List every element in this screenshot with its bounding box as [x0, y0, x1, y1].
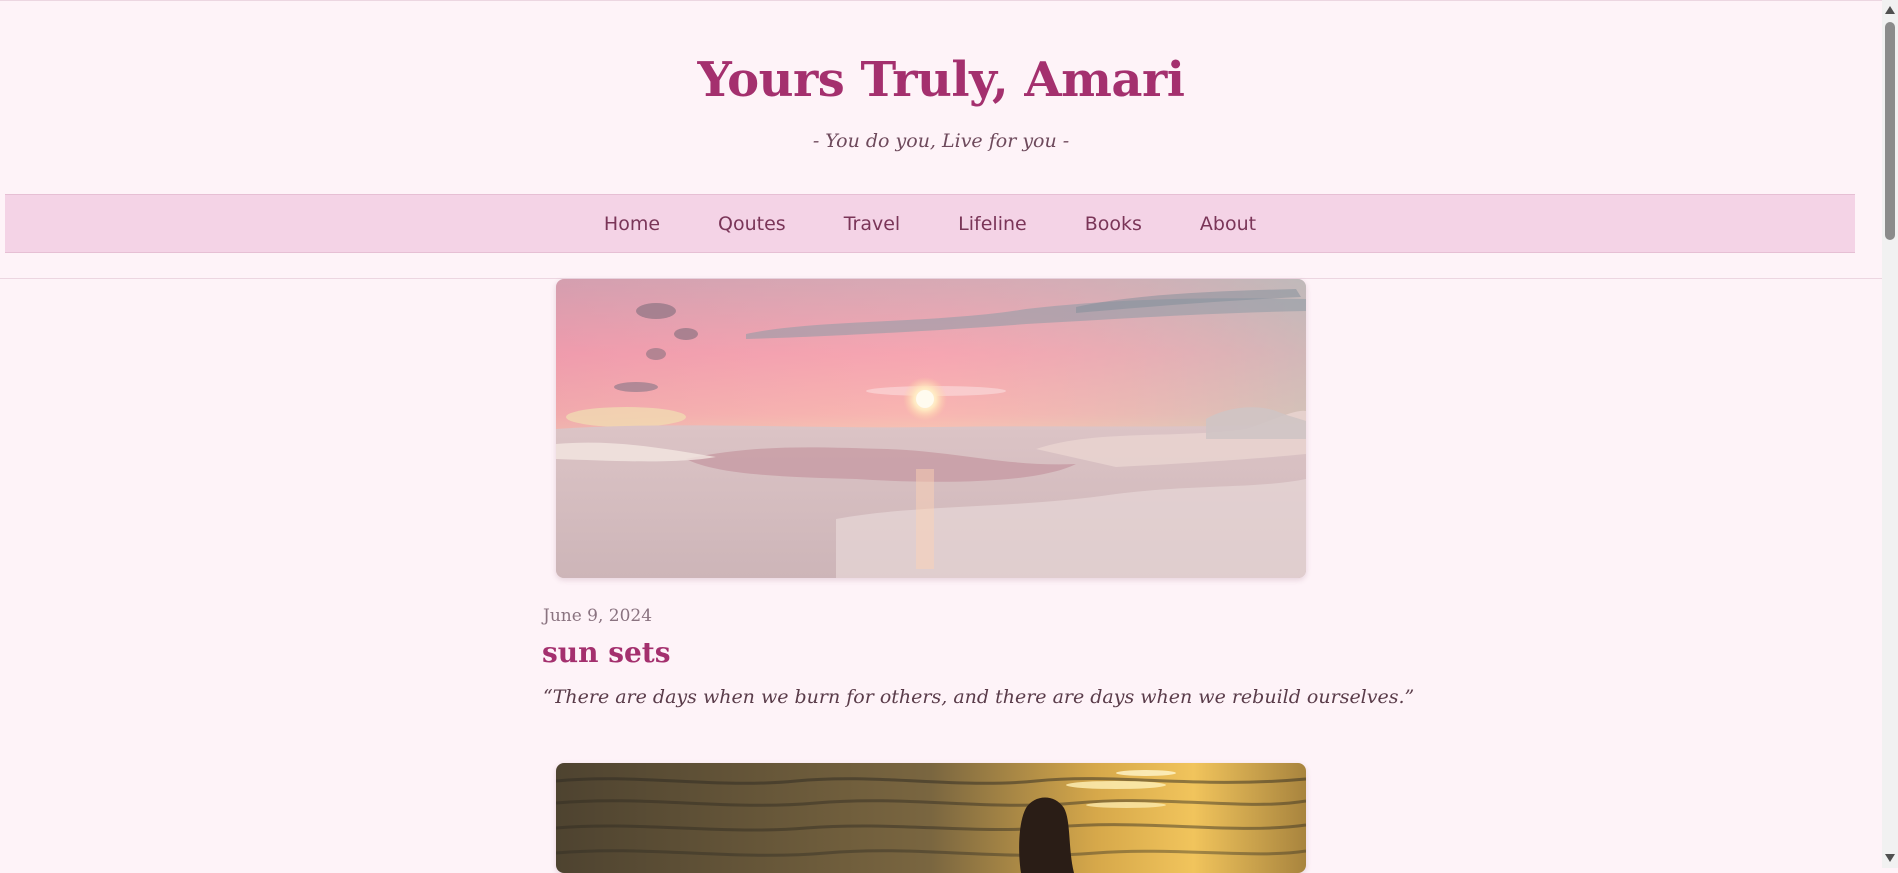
nav-item-lifeline[interactable]: Lifeline — [929, 213, 1056, 235]
nav-item-travel[interactable]: Travel — [815, 213, 929, 235]
ocean-waves-image — [556, 763, 1306, 873]
post-title-link[interactable]: sun sets — [542, 636, 671, 669]
site-title[interactable]: Yours Truly, Amari — [0, 52, 1882, 108]
post-excerpt: “There are days when we burn for others,… — [543, 686, 1415, 708]
post-image-sunset[interactable] — [556, 279, 1306, 578]
vertical-scrollbar[interactable] — [1882, 0, 1898, 868]
main-navigation: Home Qoutes Travel Lifeline Books About — [5, 194, 1855, 253]
scrollbar-thumb[interactable] — [1885, 22, 1895, 240]
site-header: Yours Truly, Amari - You do you, Live fo… — [0, 0, 1882, 194]
post-date: June 9, 2024 — [543, 606, 653, 626]
nav-item-qoutes[interactable]: Qoutes — [689, 213, 815, 235]
nav-item-about[interactable]: About — [1171, 213, 1285, 235]
scroll-up-arrow-icon[interactable] — [1885, 6, 1895, 14]
nav-item-home[interactable]: Home — [575, 213, 689, 235]
sunset-beach-image — [556, 279, 1306, 578]
site-tagline: - You do you, Live for you - — [812, 130, 1070, 152]
nav-item-books[interactable]: Books — [1056, 213, 1171, 235]
post-image-ocean[interactable] — [556, 763, 1306, 873]
scroll-down-arrow-icon[interactable] — [1885, 854, 1895, 862]
